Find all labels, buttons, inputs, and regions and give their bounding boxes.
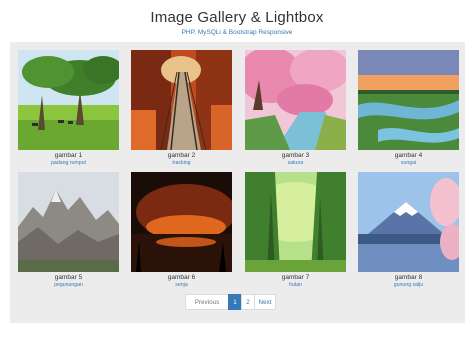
gallery-item-name: gambar 6 bbox=[167, 274, 196, 281]
gallery-item-desc[interactable]: tracking bbox=[131, 160, 232, 166]
gallery-item-desc[interactable]: sungai bbox=[358, 160, 459, 166]
gallery-thumbnail[interactable] bbox=[18, 172, 119, 272]
gallery-item-name: gambar 2 bbox=[167, 152, 196, 159]
page-2-button[interactable]: 2 bbox=[241, 294, 255, 310]
gallery-item-desc[interactable]: pegunungan bbox=[18, 282, 119, 288]
gallery-item-name: gambar 5 bbox=[54, 274, 83, 281]
pagination: Previous 1 2 Next bbox=[185, 294, 276, 310]
gallery-thumbnail[interactable] bbox=[245, 172, 346, 272]
gallery-thumbnail[interactable] bbox=[245, 50, 346, 150]
gallery-item-name: gambar 3 bbox=[281, 152, 310, 159]
gallery-item-desc[interactable]: gunung salju bbox=[358, 282, 459, 288]
gallery-item-desc[interactable]: senja bbox=[131, 282, 232, 288]
gallery-item-name: gambar 8 bbox=[394, 274, 423, 281]
gallery-thumbnail[interactable] bbox=[358, 50, 459, 150]
page-1-button[interactable]: 1 bbox=[228, 294, 242, 310]
gallery-item-desc[interactable]: sakura bbox=[245, 160, 346, 166]
gallery-item-desc[interactable]: hutan bbox=[245, 282, 346, 288]
gallery-item-name: gambar 7 bbox=[281, 274, 310, 281]
gallery-thumbnail[interactable] bbox=[131, 172, 232, 272]
next-button[interactable]: Next bbox=[254, 294, 276, 310]
gallery-thumbnail[interactable] bbox=[358, 172, 459, 272]
gallery-thumbnail[interactable] bbox=[18, 50, 119, 150]
gallery-thumbnail[interactable] bbox=[131, 50, 232, 150]
previous-button[interactable]: Previous bbox=[185, 294, 229, 310]
gallery-item-name: gambar 1 bbox=[54, 152, 83, 159]
gallery-panel: gambar 1 padang rumput gambar 2 tracking bbox=[10, 42, 465, 323]
gallery-item-name: gambar 4 bbox=[394, 152, 423, 159]
page-header: Image Gallery & Lightbox PHP, MySQLi & B… bbox=[0, 0, 474, 42]
page-title: Image Gallery & Lightbox bbox=[150, 9, 324, 26]
gallery-item-desc[interactable]: padang rumput bbox=[18, 160, 119, 166]
page-subtitle: PHP, MySQLi & Bootstrap Responsive bbox=[181, 29, 293, 36]
